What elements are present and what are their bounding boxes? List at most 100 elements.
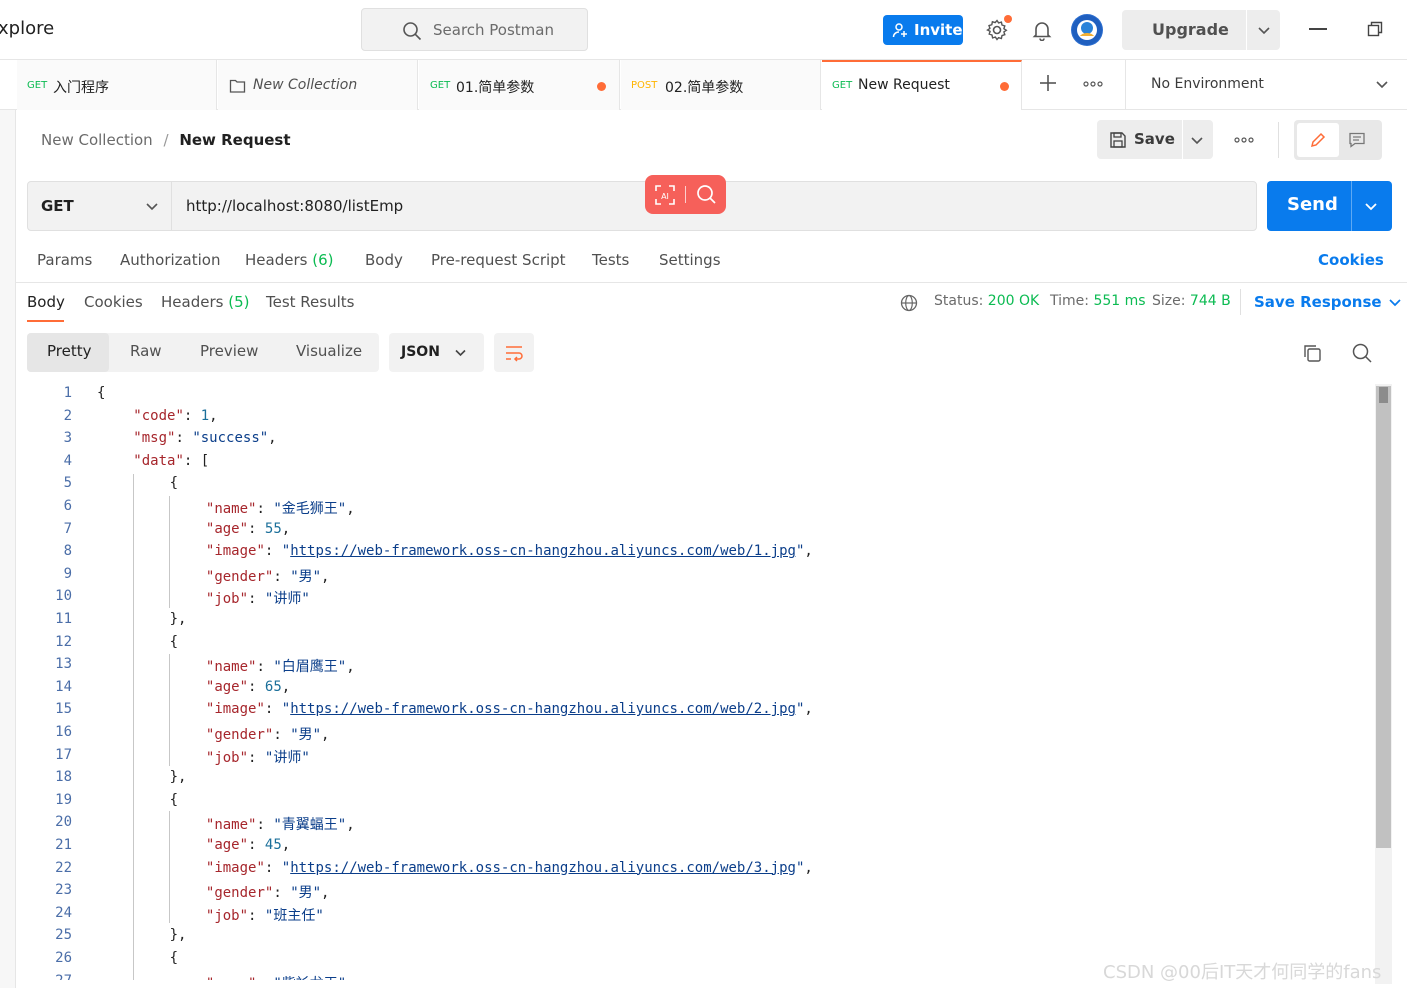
line-number: 16 [55, 724, 72, 740]
request-tab[interactable]: GET 01.简单参数 [419, 60, 620, 110]
upgrade-button[interactable]: Upgrade [1122, 10, 1280, 50]
format-label: JSON [401, 344, 440, 360]
search-icon [403, 22, 422, 41]
line-number: 23 [55, 882, 72, 899]
breadcrumb: New Collection / New Request [41, 131, 291, 149]
restore-window-icon[interactable] [1367, 21, 1383, 37]
breadcrumb-collection[interactable]: New Collection [41, 131, 153, 149]
response-status[interactable]: Status: 200 OK [934, 293, 1039, 309]
tab-params[interactable]: Params [37, 251, 92, 269]
chevron-down-icon[interactable] [1189, 132, 1205, 148]
edit-mode-button[interactable] [1297, 123, 1339, 157]
code-token: }, [169, 927, 187, 944]
sidebar-collapsed-strip[interactable] [0, 60, 16, 988]
copy-icon[interactable] [1302, 343, 1322, 363]
cookies-link[interactable]: Cookies [1318, 251, 1384, 269]
response-tab-body[interactable]: Body [27, 293, 65, 311]
request-tab-active[interactable]: GET New Request [822, 60, 1022, 110]
minimize-window-button[interactable] [1309, 28, 1327, 30]
response-tab-headers[interactable]: Headers (5) [161, 293, 249, 311]
response-tab-cookies[interactable]: Cookies [84, 293, 143, 311]
save-response-button[interactable]: Save Response [1254, 293, 1402, 311]
tab-name: New Request [858, 77, 950, 93]
avatar[interactable] [1071, 14, 1103, 46]
request-tab[interactable]: New Collection [218, 60, 418, 110]
request-tab[interactable]: POST 02.简单参数 [621, 60, 821, 110]
invite-button[interactable]: Invite [883, 15, 963, 45]
tab-headers[interactable]: Headers (6) [245, 251, 333, 269]
tab-name: 02.简单参数 [665, 80, 744, 96]
code-token: 55 [264, 520, 282, 537]
settings-button[interactable] [985, 15, 1012, 42]
url-link[interactable]: https://web-framework.oss-cn-hangzhou.al… [290, 543, 796, 559]
code-token: "msg" [133, 430, 176, 447]
tab-authorization[interactable]: Authorization [120, 251, 220, 269]
view-raw-label: Raw [130, 342, 162, 360]
environment-selector[interactable]: No Environment [1125, 60, 1407, 110]
more-options-icon[interactable] [1234, 137, 1254, 143]
code-token: : [183, 407, 201, 424]
wrap-lines-button[interactable] [494, 333, 534, 372]
status-divider [1240, 289, 1241, 315]
code-text: { [97, 385, 105, 401]
chevron-down-icon[interactable] [1256, 22, 1272, 38]
save-button[interactable]: Save [1097, 120, 1213, 159]
line-number: 21 [55, 837, 72, 853]
code-token: : [ [183, 452, 210, 469]
request-tab[interactable]: GET 入门程序 [17, 60, 217, 110]
upgrade-label: Upgrade [1152, 20, 1229, 39]
code-token: , [346, 976, 354, 980]
explore-nav-link[interactable]: xplore [0, 18, 54, 39]
url-input[interactable]: http://localhost:8080/listEmp [186, 197, 403, 215]
plus-icon[interactable] [1039, 74, 1057, 92]
code-text: { [170, 792, 178, 808]
view-preview-button[interactable]: Preview [183, 333, 269, 372]
response-tab-test-results[interactable]: Test Results [266, 293, 354, 311]
response-size[interactable]: Size: 744 B [1152, 293, 1231, 309]
code-token: { [169, 791, 179, 808]
code-token: "age" [205, 520, 249, 537]
status-value: 200 OK [987, 293, 1040, 309]
method-select[interactable]: GET [28, 182, 172, 230]
code-token: : [248, 520, 265, 537]
code-text: "image": "https://web-framework.oss-cn-h… [206, 860, 813, 876]
view-raw-button[interactable]: Raw [113, 333, 177, 372]
tab-body[interactable]: Body [365, 251, 403, 269]
view-pretty-button[interactable]: Pretty [27, 333, 109, 372]
url-link[interactable]: https://web-framework.oss-cn-hangzhou.al… [290, 860, 796, 876]
search-icon[interactable] [696, 184, 717, 205]
code-token: : [248, 591, 265, 608]
chevron-down-icon[interactable] [1363, 198, 1379, 214]
code-token: 65 [264, 678, 282, 695]
search-icon[interactable] [1351, 342, 1373, 364]
more-options-icon[interactable] [1083, 81, 1103, 87]
app-header: xplore Search Postman Invite Upgrade [0, 0, 1407, 60]
wrap-lines-icon [506, 346, 523, 362]
tab-settings[interactable]: Settings [659, 251, 721, 269]
line-number: 7 [63, 520, 72, 537]
tab-tests[interactable]: Tests [592, 251, 629, 269]
code-token: , [321, 885, 330, 902]
view-visualize-button[interactable]: Visualize [279, 333, 375, 372]
send-button[interactable]: Send [1267, 181, 1392, 231]
code-token: , [804, 859, 813, 876]
breadcrumb-request[interactable]: New Request [179, 131, 290, 149]
code-line: 7 "age": 55, [17, 521, 1372, 544]
scrollbar-thumb[interactable] [1376, 386, 1391, 848]
search-box[interactable]: Search Postman [361, 8, 588, 51]
tab-pre-request-script[interactable]: Pre-request Script [431, 251, 566, 269]
code-token: { [169, 475, 179, 492]
url-link[interactable]: https://web-framework.oss-cn-hangzhou.al… [290, 701, 796, 717]
bell-icon[interactable] [1031, 19, 1053, 41]
format-select[interactable]: JSON [389, 333, 484, 372]
code-token: "job" [205, 907, 249, 924]
active-tab-underline [27, 320, 64, 322]
ai-scan-icon[interactable]: AI [654, 184, 676, 206]
code-token: { [97, 385, 106, 401]
comment-icon[interactable] [1348, 131, 1366, 149]
view-preview-label: Preview [200, 342, 259, 360]
response-body-editor[interactable]: 1{2 "code": 1, 3 "msg": "success", 4 "data": … [17, 384, 1372, 980]
globe-icon[interactable] [900, 294, 918, 312]
response-time[interactable]: Time: 551 ms [1050, 293, 1146, 309]
code-token: "白眉鹰王" [273, 659, 347, 676]
